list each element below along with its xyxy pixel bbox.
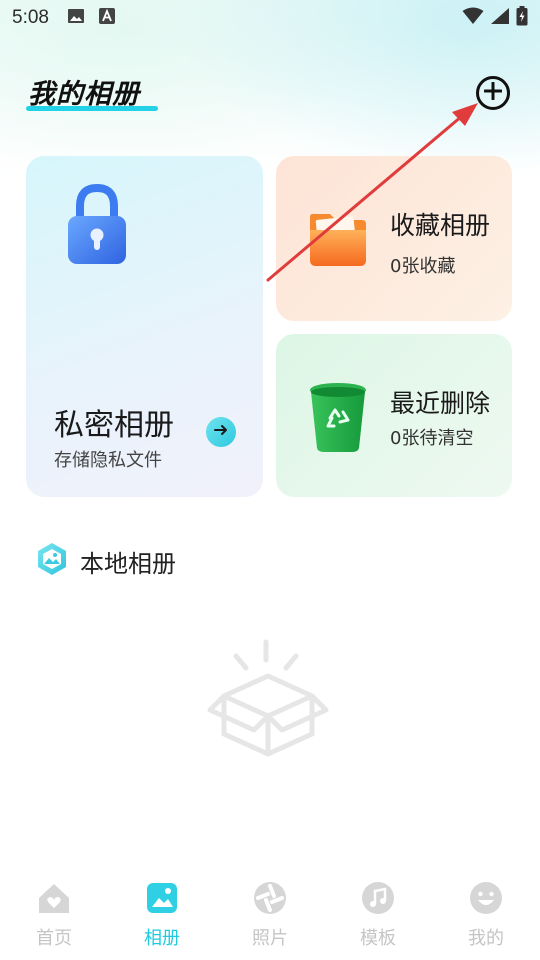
camera-aperture-icon [252, 880, 288, 920]
nav-item-home[interactable]: 首页 [0, 872, 108, 960]
home-icon [36, 880, 72, 920]
nav-label-home: 首页 [36, 928, 72, 949]
arrow-right-icon [213, 422, 229, 442]
favorites-album-count: 0张收藏 [390, 256, 456, 277]
image-icon [67, 8, 85, 29]
favorites-album-card[interactable]: 收藏相册 0张收藏 [276, 156, 512, 321]
nav-label-templates: 模板 [360, 928, 396, 949]
status-bar: 5:08 [0, 0, 540, 36]
private-album-subtitle: 存储隐私文件 [54, 450, 162, 471]
nav-item-templates[interactable]: 模板 [324, 872, 432, 960]
wifi-icon [462, 7, 484, 30]
empty-box-icon [206, 636, 334, 764]
add-album-button[interactable] [476, 76, 510, 110]
plus-circle-icon [483, 81, 503, 104]
open-private-album-button[interactable] [206, 417, 236, 447]
local-album-title: 本地相册 [80, 549, 176, 578]
recently-deleted-count: 0张待清空 [390, 428, 474, 449]
nav-item-album[interactable]: 相册 [108, 872, 216, 960]
favorites-album-title: 收藏相册 [390, 211, 491, 240]
bottom-navigation: 首页 相册 照片 模板 我的 [0, 872, 540, 960]
page-header: 我的相册 [26, 72, 158, 111]
page-title: 我的相册 [28, 79, 140, 110]
recently-deleted-title: 最近删除 [390, 389, 491, 418]
signal-icon [490, 7, 510, 30]
nav-label-album: 相册 [144, 928, 180, 949]
smiley-icon [468, 880, 504, 920]
recycle-bin-icon [308, 382, 368, 458]
nav-label-photos: 照片 [252, 928, 288, 949]
a-badge-icon [98, 7, 115, 29]
private-album-title: 私密相册 [54, 408, 174, 443]
folder-icon [308, 206, 368, 274]
battery-charging-icon [516, 5, 528, 31]
recently-deleted-card[interactable]: 最近删除 0张待清空 [276, 334, 512, 497]
album-icon [144, 880, 180, 920]
local-album-section: 本地相册 [36, 542, 176, 580]
status-indicators [462, 5, 528, 31]
nav-item-photos[interactable]: 照片 [216, 872, 324, 960]
photo-hexagon-icon [36, 542, 68, 580]
nav-label-mine: 我的 [468, 928, 504, 949]
private-album-card[interactable]: 私密相册 存储隐私文件 [26, 156, 263, 497]
music-note-icon [360, 880, 396, 920]
status-time: 5:08 [12, 7, 49, 28]
lock-icon [66, 183, 128, 270]
nav-item-mine[interactable]: 我的 [432, 872, 540, 960]
